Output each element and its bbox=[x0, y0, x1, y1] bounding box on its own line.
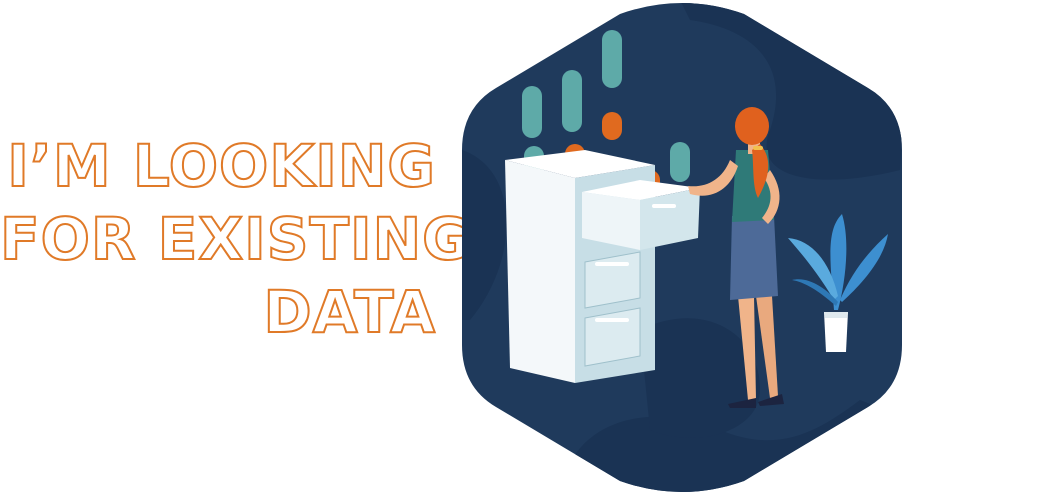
headline: I’M LOOKING FOR EXISTING DATA bbox=[0, 130, 471, 349]
illustration bbox=[462, 3, 902, 492]
headline-line-2: FOR EXISTING bbox=[0, 204, 471, 274]
headline-line-3: DATA bbox=[263, 277, 436, 347]
headline-line-1: I’M LOOKING bbox=[6, 131, 436, 201]
